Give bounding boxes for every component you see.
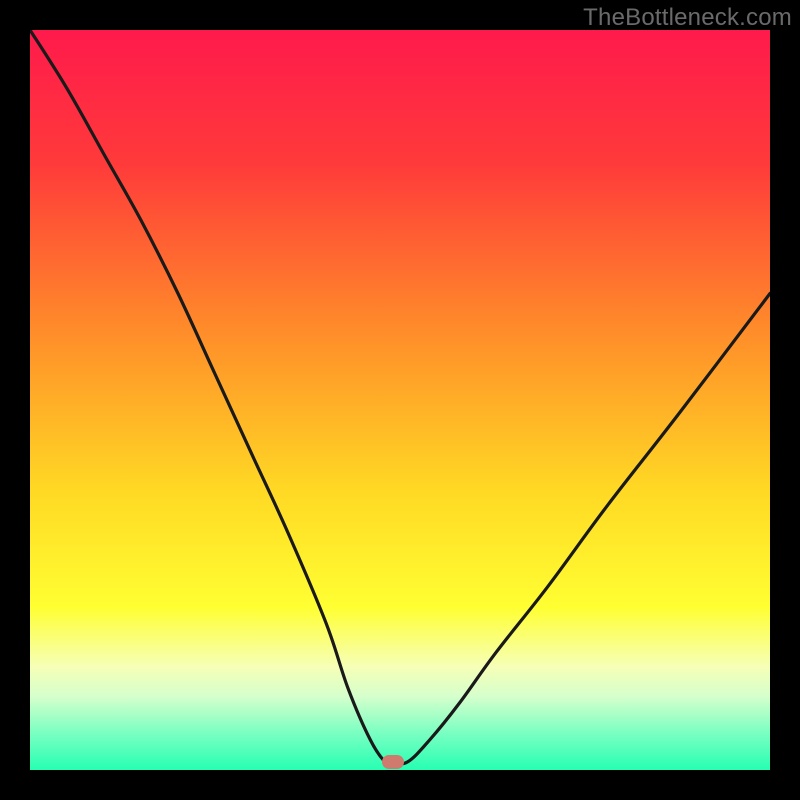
attribution-text: TheBottleneck.com	[583, 4, 792, 32]
optimal-point-marker	[382, 755, 404, 769]
bottleneck-curve	[30, 30, 770, 770]
chart-frame: TheBottleneck.com	[0, 0, 800, 800]
plot-area	[30, 30, 770, 770]
